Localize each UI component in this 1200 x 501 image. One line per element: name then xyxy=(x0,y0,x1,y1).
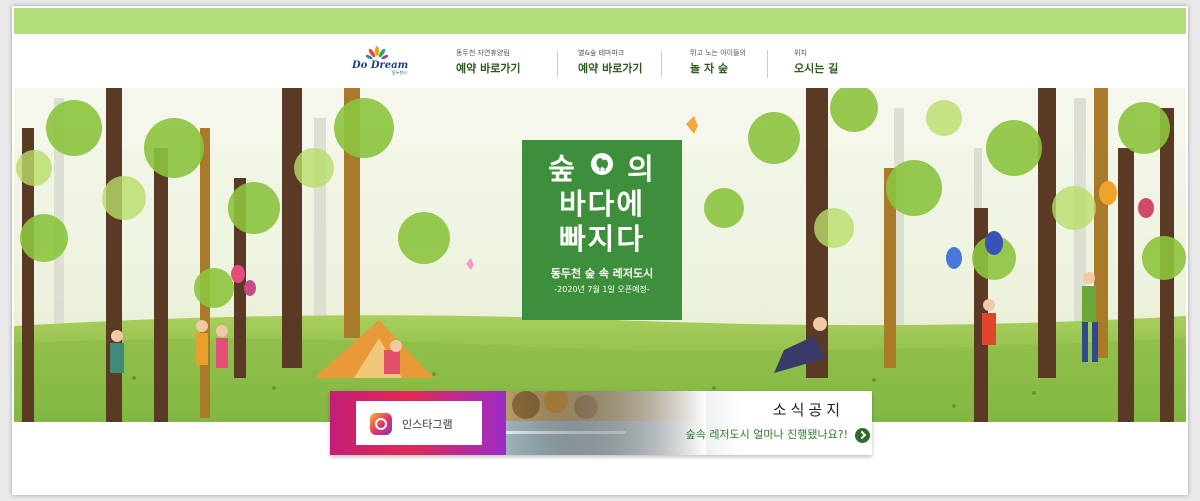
notice-panel[interactable]: 소식공지 숲속 레저도시 얼마나 진행됐나요?! xyxy=(506,391,872,455)
nav-divider xyxy=(661,50,662,78)
nav-theme-park-reservation[interactable]: 별&숲 테마파크 예약 바로가기 xyxy=(578,48,678,78)
top-bar xyxy=(14,8,1186,34)
nav-directions[interactable]: 위치 오시는 길 xyxy=(794,48,894,78)
instagram-label: 인스타그램 xyxy=(402,418,453,431)
nav-caption: 위치 xyxy=(794,49,807,57)
notice-description: 숲속 레저도시 얼마나 진행됐나요?! xyxy=(685,428,848,441)
page-frame: Do Dream 동두천시 동두천 자연휴양림 예약 바로가기 별&숲 테마파크… xyxy=(12,6,1188,495)
instagram-button[interactable]: 인스타그램 xyxy=(356,401,482,445)
logo[interactable]: Do Dream 동두천시 xyxy=(352,46,408,76)
instagram-icon xyxy=(370,413,392,435)
headline-line-1: 숲 의 xyxy=(522,152,682,187)
nav-caption: 별&숲 테마파크 xyxy=(578,49,625,57)
lake-photo xyxy=(506,391,706,455)
nav-caption: 동두천 자연휴양림 xyxy=(456,49,510,57)
headline-line-2: 바다에 xyxy=(558,187,646,221)
nav-divider xyxy=(767,50,768,78)
nav-caption: 뛰고 노는 아이들의 xyxy=(690,49,746,57)
nav-label: 예약 바로가기 xyxy=(456,62,521,75)
nav-label: 예약 바로가기 xyxy=(578,62,643,75)
headline-subtitle: 동두천 숲 속 레저도시 xyxy=(550,267,654,280)
hero-banner: 숲 의 바다에 빠지다 동두천 숲 속 레저도시 -2020년 7월 1일 오픈… xyxy=(14,88,1186,422)
instagram-panel: 인스타그램 xyxy=(330,391,506,455)
headline-box: 숲 의 바다에 빠지다 동두천 숲 속 레저도시 -2020년 7월 1일 오픈… xyxy=(522,140,682,320)
headline-word: 숲 xyxy=(548,152,577,186)
headline-word: 의 xyxy=(627,152,656,186)
nav-divider xyxy=(557,50,558,78)
bottom-bar: 인스타그램 소식공지 숲속 레저도시 얼마나 진행됐나요?! xyxy=(330,391,872,455)
headline-date: -2020년 7월 1일 오픈예정- xyxy=(554,285,650,294)
nav-label: 놀 자 숲 xyxy=(690,62,729,75)
arrow-right-icon[interactable] xyxy=(855,428,870,443)
notice-title: 소식공지 xyxy=(772,401,844,419)
logo-subtext: 동두천시 xyxy=(392,70,407,75)
tree-icon xyxy=(591,153,613,175)
header: Do Dream 동두천시 동두천 자연휴양림 예약 바로가기 별&숲 테마파크… xyxy=(12,34,1188,88)
headline-line-3: 빠지다 xyxy=(558,222,646,256)
logo-flower-icon xyxy=(366,46,388,60)
nav-label: 오시는 길 xyxy=(794,62,839,75)
nav-play-forest[interactable]: 뛰고 노는 아이들의 놀 자 숲 xyxy=(690,48,790,78)
nav-forest-recreation-reservation[interactable]: 동두천 자연휴양림 예약 바로가기 xyxy=(456,48,556,78)
